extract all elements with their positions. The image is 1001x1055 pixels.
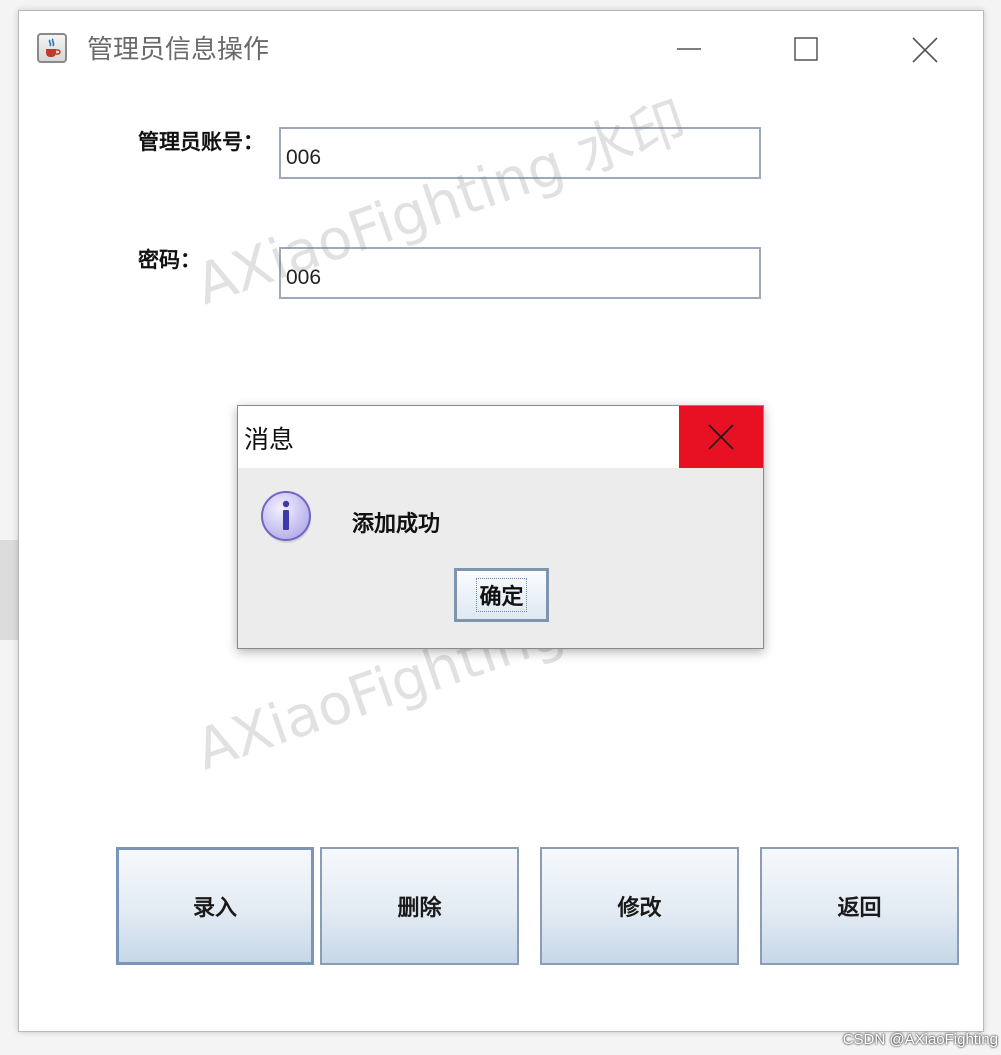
close-icon — [708, 424, 734, 450]
info-icon — [261, 491, 311, 543]
window-title: 管理员信息操作 — [87, 35, 270, 65]
dialog-close-button[interactable] — [679, 406, 763, 468]
credit-watermark: CSDN @AXiaoFighting — [842, 1031, 998, 1048]
maximize-icon — [794, 37, 818, 61]
window-titlebar[interactable]: 管理员信息操作 — [19, 11, 983, 87]
minimize-button[interactable] — [659, 25, 719, 71]
account-label: 管理员账号： — [138, 130, 264, 154]
dialog-titlebar[interactable]: 消息 — [238, 406, 763, 468]
message-dialog: 消息 添加成功 确定 — [237, 405, 764, 649]
minimize-icon — [677, 48, 701, 50]
password-input[interactable]: 006 — [279, 247, 761, 299]
password-label: 密码： — [138, 248, 201, 272]
maximize-button[interactable] — [776, 25, 836, 71]
background-edge — [0, 540, 18, 640]
dialog-message: 添加成功 — [352, 512, 441, 537]
back-button[interactable]: 返回 — [760, 847, 959, 965]
java-coffee-icon — [37, 33, 67, 63]
ok-button[interactable]: 确定 — [454, 568, 549, 622]
close-button[interactable] — [894, 25, 954, 71]
modify-button[interactable]: 修改 — [540, 847, 739, 965]
close-icon — [912, 37, 938, 63]
account-input[interactable]: 006 — [279, 127, 761, 179]
ok-button-label: 确定 — [476, 578, 527, 612]
dialog-title: 消息 — [244, 425, 295, 454]
delete-button[interactable]: 删除 — [320, 847, 519, 965]
entry-button[interactable]: 录入 — [116, 847, 314, 965]
